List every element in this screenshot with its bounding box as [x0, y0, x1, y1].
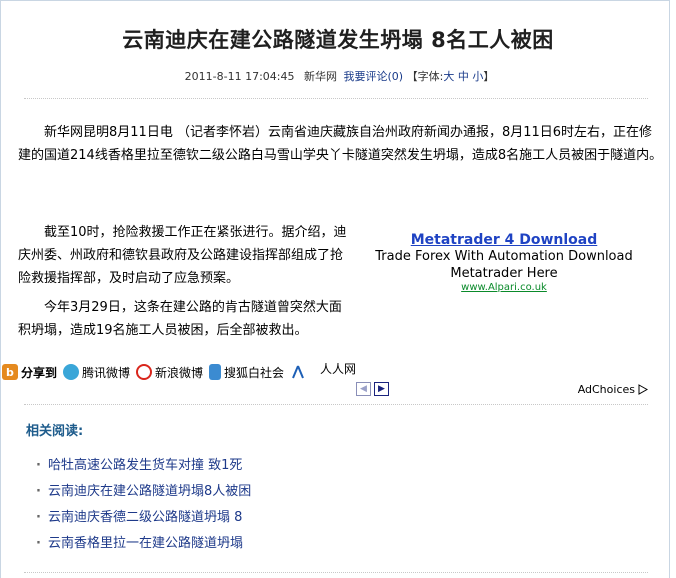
share-sohu[interactable]: 搜狐白社会	[209, 364, 284, 381]
share-renren-label[interactable]: 人人网	[320, 362, 360, 376]
share-icon: b	[2, 364, 18, 380]
related-item[interactable]: 云南迪庆在建公路隧道坍塌8人被困	[36, 479, 251, 505]
divider-top	[24, 98, 648, 99]
comment-link[interactable]: 我要评论(0)	[344, 70, 404, 83]
adchoices-link[interactable]: AdChoices	[578, 383, 648, 396]
adchoices-label: AdChoices	[577, 383, 635, 396]
share-tencent-label: 腾讯微博	[82, 365, 131, 380]
font-size-label: 【字体:	[406, 70, 444, 83]
divider-middle	[24, 404, 648, 405]
sina-weibo-icon	[136, 364, 153, 380]
paragraph-1: 新华网昆明8月11日电 （记者李怀岩）云南省迪庆藏族自治州政府新闻办通报，8月1…	[18, 125, 663, 163]
font-large-link[interactable]: 大	[443, 70, 454, 83]
related-list: 哈牡高速公路发生货车对撞 致1死 云南迪庆在建公路隧道坍塌8人被困 云南迪庆香德…	[36, 453, 251, 557]
font-small-link[interactable]: 小	[472, 70, 483, 83]
share-sina-label: 新浪微博	[155, 365, 204, 380]
tencent-weibo-icon	[63, 364, 80, 380]
divider-bottom	[24, 572, 648, 573]
font-size-close: 】	[483, 70, 495, 83]
share-tencent-weibo[interactable]: 腾讯微博	[63, 364, 130, 381]
share-bar: b 分享到 腾讯微博 新浪微博 搜狐白社会	[2, 362, 315, 382]
adchoices-icon	[638, 384, 648, 395]
ad-title-link[interactable]: Metatrader 4 Download	[358, 232, 650, 248]
svg-text:b: b	[6, 366, 14, 379]
prev-arrow-button[interactable]: ◀	[356, 382, 371, 396]
share-sina-weibo[interactable]: 新浪微博	[136, 364, 203, 381]
ad-line-1: Trade Forex With Automation Download	[375, 249, 633, 264]
renren-icon	[290, 364, 307, 380]
article-title: 云南迪庆在建公路隧道发生坍塌 8名工人被困	[122, 28, 554, 52]
share-sohu-label: 搜狐白社会	[224, 365, 285, 380]
paragraph-2: 截至10时，抢险救援工作正在紧张进行。据介绍，迪庆州委、州政府和德钦县政府及公路…	[18, 225, 347, 286]
related-item[interactable]: 云南香格里拉一在建公路隧道坍塌	[36, 531, 251, 557]
ad-block[interactable]: Metatrader 4 Download Trade Forex With A…	[358, 232, 650, 293]
article-meta: 2011-8-11 17:04:45 新华网 我要评论(0) 【字体:大 中 小…	[0, 68, 676, 84]
related-item[interactable]: 哈牡高速公路发生货车对撞 致1死	[36, 453, 251, 479]
share-label: 分享到	[21, 365, 58, 380]
ad-url-link[interactable]: www.Alpari.co.uk	[358, 282, 650, 293]
font-medium-link[interactable]: 中	[458, 70, 469, 83]
sohu-icon	[209, 364, 222, 380]
share-renren[interactable]	[290, 364, 309, 380]
ad-line-2: Metatrader Here	[450, 266, 558, 281]
article-datetime: 2011-8-11 17:04:45	[184, 70, 295, 83]
article-source: 新华网	[304, 70, 337, 83]
next-arrow-button[interactable]: ▶	[374, 382, 389, 396]
paragraph-3: 今年3月29日，这条在建公路的肯古隧道曾突然大面积坍塌，造成19名施工人员被困，…	[18, 300, 342, 338]
related-reading-title: 相关阅读:	[26, 424, 84, 439]
related-item[interactable]: 云南迪庆香德二级公路隧道坍塌 8	[36, 505, 251, 531]
